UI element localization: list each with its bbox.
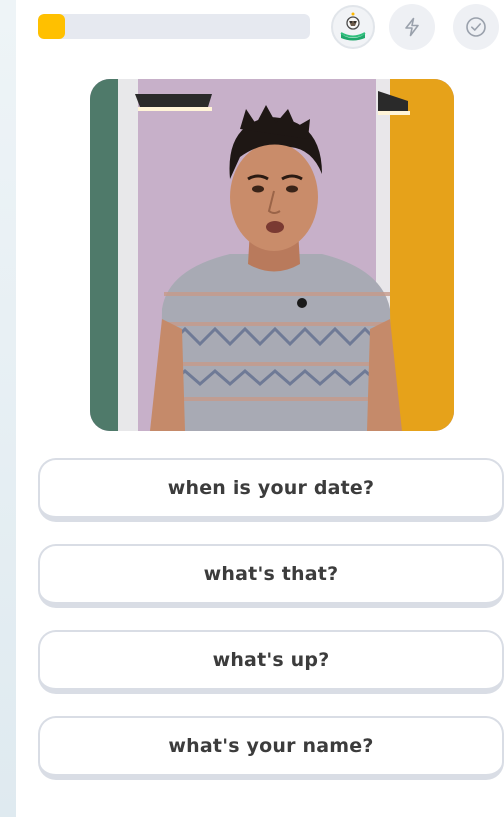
answer-option-4[interactable]: what's your name? <box>38 716 504 780</box>
progress-fill <box>38 14 66 39</box>
lesson-panel: when is your date? what's that? what's u… <box>16 0 504 817</box>
answer-option-3[interactable]: what's up? <box>38 630 504 694</box>
video-player[interactable] <box>90 79 454 431</box>
answer-option-label: what's your name? <box>168 735 374 757</box>
mascot-avatar-icon <box>340 12 366 41</box>
boost-button[interactable] <box>389 4 435 50</box>
check-circle-icon <box>466 17 486 37</box>
speaker-video-frame <box>90 79 454 431</box>
background-strip <box>0 0 16 817</box>
answer-option-1[interactable]: when is your date? <box>38 458 504 522</box>
lightning-bolt-icon <box>405 17 419 37</box>
avatar-button[interactable] <box>331 5 375 49</box>
answer-option-label: what's up? <box>212 649 330 671</box>
answer-option-label: when is your date? <box>167 477 375 499</box>
check-button[interactable] <box>453 4 499 50</box>
answer-option-2[interactable]: what's that? <box>38 544 504 608</box>
progress-bar <box>38 14 310 39</box>
answer-option-label: what's that? <box>203 563 339 585</box>
